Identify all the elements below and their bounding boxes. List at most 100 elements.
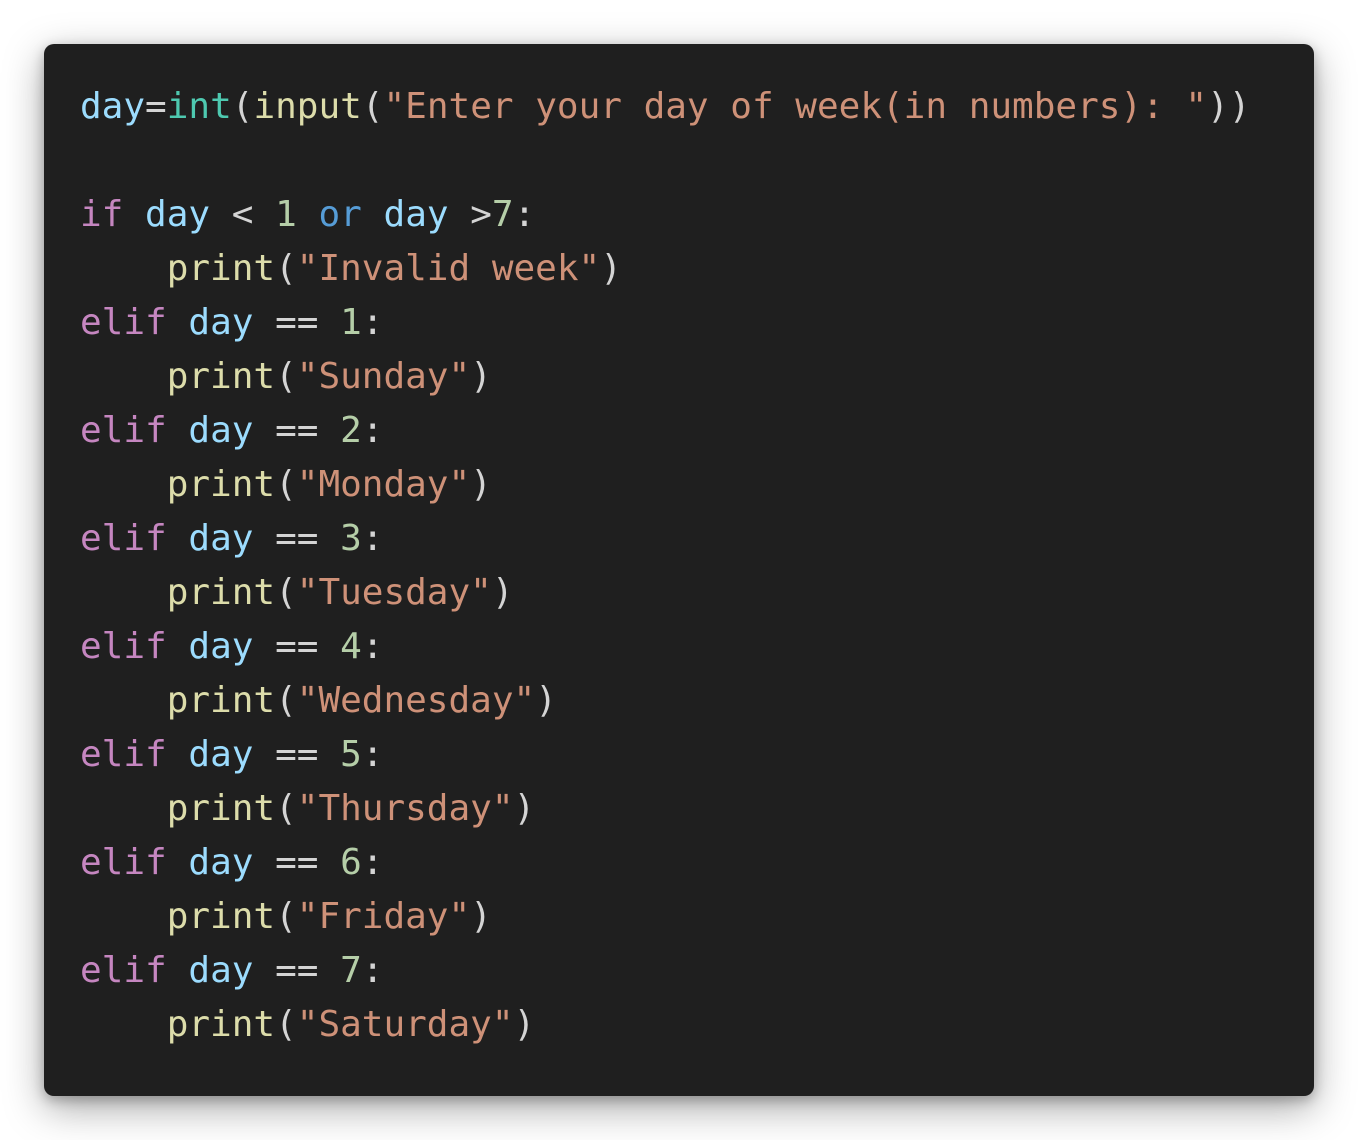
code-token-plain: ( — [275, 680, 297, 721]
code-token-var: day — [188, 518, 254, 559]
code-token-keyword: elif — [80, 626, 167, 667]
code-token-plain: ) — [600, 248, 622, 289]
code-token-keyword: elif — [80, 518, 167, 559]
code-line: elif day == 2: — [80, 404, 1250, 458]
code-token-var: day — [188, 950, 254, 991]
code-token-number: 6 — [340, 842, 362, 883]
code-token-string: "Friday" — [296, 896, 471, 937]
code-token-plain: ) — [513, 788, 536, 829]
code-token-string: "Saturday" — [296, 1004, 514, 1045]
code-line: print("Invalid week") — [80, 242, 1250, 296]
code-token-plain: : — [361, 950, 384, 991]
code-token-plain: ( — [361, 86, 384, 127]
code-line: print("Tuesday") — [80, 566, 1250, 620]
code-token-op-keyword: or — [318, 194, 362, 235]
code-token-string: "Thursday" — [296, 788, 514, 829]
code-line: elif day == 3: — [80, 512, 1250, 566]
code-token-number: 1 — [340, 302, 362, 343]
code-token-keyword: elif — [80, 734, 167, 775]
code-token-plain: ( — [275, 572, 297, 613]
code-token-func: print — [166, 896, 276, 937]
code-line: elif day == 4: — [80, 620, 1250, 674]
code-token-func: input — [253, 86, 362, 127]
code-token-plain: ) — [535, 680, 557, 721]
code-token-builtin-type: int — [166, 86, 232, 127]
code-token-func: print — [166, 248, 276, 289]
code-token-string: "Wednesday" — [296, 680, 536, 721]
code-token-number: 5 — [340, 734, 362, 775]
code-token-number: 2 — [340, 410, 362, 451]
code-token-string: "Monday" — [296, 464, 471, 505]
code-token-plain: == — [253, 410, 341, 451]
code-line: print("Thursday") — [80, 782, 1250, 836]
code-token-string: "Enter your day of week(in numbers): " — [383, 86, 1208, 127]
code-line: print("Friday") — [80, 890, 1250, 944]
code-token-var: day — [145, 194, 211, 235]
code-line: print("Saturday") — [80, 998, 1250, 1052]
code-token-plain: == — [253, 518, 341, 559]
code-token-number: 1 — [275, 194, 297, 235]
code-token-plain: == — [253, 302, 341, 343]
code-line: elif day == 5: — [80, 728, 1250, 782]
code-token-var: day — [80, 86, 146, 127]
code-token-var: day — [188, 302, 254, 343]
code-token-var: day — [383, 194, 449, 235]
code-snippet-window: day=int(input("Enter your day of week(in… — [44, 44, 1314, 1096]
code-token-var: day — [188, 842, 254, 883]
code-token-plain: : — [361, 518, 384, 559]
code-line: print("Monday") — [80, 458, 1250, 512]
code-token-plain: )) — [1207, 86, 1251, 127]
code-line: elif day == 1: — [80, 296, 1250, 350]
code-token-number: 7 — [491, 194, 514, 235]
code-line: print("Sunday") — [80, 350, 1250, 404]
code-token-plain: ( — [275, 464, 297, 505]
code-token-plain: = — [145, 86, 167, 127]
code-token-plain: ) — [513, 1004, 536, 1045]
code-token-plain: : — [361, 734, 384, 775]
code-token-keyword: elif — [80, 950, 167, 991]
code-token-plain: : — [361, 302, 384, 343]
code-token-func: print — [166, 1004, 276, 1045]
code-token-string: "Invalid week" — [296, 248, 601, 289]
code-line: elif day == 7: — [80, 944, 1250, 998]
code-token-keyword: elif — [80, 410, 167, 451]
code-token-var: day — [188, 734, 254, 775]
code-token-var: day — [188, 626, 254, 667]
code-line: elif day == 6: — [80, 836, 1250, 890]
code-token-plain: ( — [275, 1004, 297, 1045]
code-line: print("Wednesday") — [80, 674, 1250, 728]
code-token-plain: ( — [275, 356, 297, 397]
code-token-plain: ) — [470, 896, 492, 937]
code-token-plain: ) — [470, 464, 492, 505]
code-token-plain: : — [361, 842, 384, 883]
code-line: if day < 1 or day >7: — [80, 188, 1250, 242]
code-token-number: 7 — [340, 950, 362, 991]
code-token-func: print — [166, 464, 276, 505]
code-token-number: 3 — [340, 518, 362, 559]
code-token-func: print — [166, 680, 276, 721]
code-token-plain: ( — [275, 896, 297, 937]
code-token-func: print — [166, 356, 276, 397]
code-token-plain: ( — [275, 248, 297, 289]
code-token-plain: < — [210, 194, 276, 235]
code-token-func: print — [166, 572, 276, 613]
code-token-plain: ( — [231, 86, 254, 127]
code-token-plain: ( — [275, 788, 297, 829]
code-token-plain: : — [513, 194, 536, 235]
code-token-plain: : — [361, 626, 384, 667]
code-line: day=int(input("Enter your day of week(in… — [80, 80, 1250, 134]
